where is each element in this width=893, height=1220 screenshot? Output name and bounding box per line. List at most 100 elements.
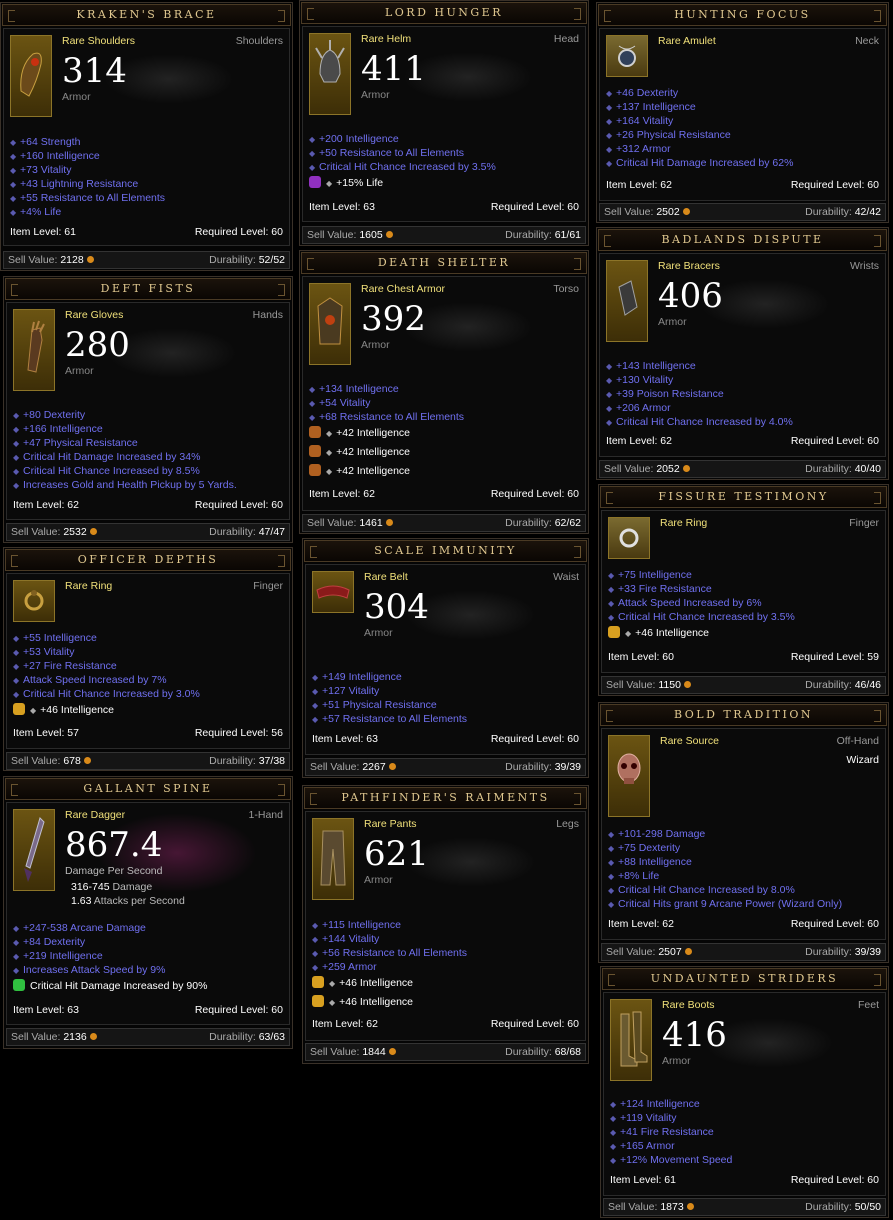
gold-coin-icon [683, 681, 691, 688]
boots-icon[interactable] [610, 999, 652, 1081]
pants-icon[interactable] [312, 818, 354, 900]
level-row: Item Level: 62 Required Level: 60 [312, 1018, 579, 1030]
topaz-gem-icon [608, 626, 620, 638]
item-card-undaunted-striders: UNDAUNTED STRIDERS Rare Boots Feet 416 A… [600, 966, 889, 1218]
armor-value: 406 [658, 276, 723, 316]
affix-list: ◆ +75 Intelligence ◆ +33 Fire Resistance ◆… [608, 568, 879, 643]
gold-coin-icon [83, 757, 91, 764]
item-card-officer-depths: OFFICER DEPTHS Rare Ring Finger ◆ +55 Int… [3, 547, 293, 771]
gold-coin-icon [86, 256, 94, 263]
item-type: Rare Ring [660, 517, 708, 529]
item-title: OFFICER DEPTHS [5, 549, 291, 571]
chest-armor-icon[interactable] [309, 283, 351, 365]
affix: ◆ Critical Hits grant 9 Arcane Power (Wiz… [608, 898, 843, 910]
ring-icon[interactable] [608, 517, 650, 559]
item-type: Rare Chest Armor [361, 283, 446, 295]
affix: ◆ +64 Strength [10, 136, 81, 148]
affix: ◆ +47 Physical Resistance [13, 437, 138, 449]
affix: ◆ +84 Dexterity [13, 936, 86, 948]
item-footer: Sell Value: 1605 Durability: 61/61 [302, 226, 586, 244]
level-row: Item Level: 62 Required Level: 60 [309, 488, 579, 500]
item-title: LORD HUNGER [301, 2, 587, 24]
item-card-scale-immunity: SCALE IMMUNITY Rare Belt Waist 304 Armor… [302, 538, 589, 778]
affix: ◆ +247-538 Arcane Damage [13, 922, 146, 934]
armor-label: Armor [361, 89, 390, 101]
socket-gem: ◆ +46 Intelligence [608, 624, 879, 643]
affix-list: ◆ +101-298 Damage ◆ +75 Dexterity ◆ +88 Int… [608, 827, 879, 911]
affix: ◆ +12% Movement Speed [610, 1154, 733, 1166]
affix: ◆ +8% Life [608, 870, 660, 882]
affix: ◆ Critical Hit Chance Increased by 3.5% [608, 611, 795, 623]
affix: ◆ +75 Dexterity [608, 842, 681, 854]
gold-coin-icon [385, 231, 393, 238]
dagger-icon[interactable] [13, 809, 55, 891]
item-footer: Sell Value: 1461 Durability: 62/62 [302, 514, 586, 532]
topaz-gem-icon [309, 426, 321, 438]
item-type: Rare Boots [662, 999, 715, 1011]
affix: ◆ +88 Intelligence [608, 856, 692, 868]
socket-gem: ◆ +46 Intelligence [13, 701, 283, 720]
affix: ◆ Critical Hit Damage Increased by 62% [606, 157, 794, 169]
item-slot: Neck [855, 35, 879, 47]
gold-coin-icon [682, 208, 690, 215]
dps-label: Damage Per Second [65, 865, 163, 877]
item-title: SCALE IMMUNITY [304, 540, 587, 562]
item-card-bold-tradition: BOLD TRADITION Rare Source Off-Hand Wiza… [598, 702, 889, 963]
affix: ◆ +166 Intelligence [13, 423, 103, 435]
level-row: Item Level: 62 Required Level: 60 [606, 179, 879, 191]
affix: ◆ +80 Dexterity [13, 409, 86, 421]
affix: ◆ +164 Vitality [606, 115, 674, 127]
item-card-deft-fists: DEFT FISTS Rare Gloves Hands 280 Armor ◆… [3, 276, 293, 543]
level-row: Item Level: 62 Required Level: 60 [606, 435, 879, 447]
item-title: UNDAUNTED STRIDERS [602, 968, 887, 990]
affix: ◆ +26 Physical Resistance [606, 129, 731, 141]
item-slot: Legs [556, 818, 579, 830]
item-slot: Head [553, 33, 579, 45]
affix: ◆ Critical Hit Chance Increased by 3.5% [309, 161, 496, 173]
item-card-badlands-dispute: BADLANDS DISPUTE Rare Bracers Wrists 406… [596, 227, 889, 480]
affix: ◆ Critical Hit Chance Increased by 8.0% [608, 884, 795, 896]
affix: ◆ +149 Intelligence [312, 671, 402, 683]
affix: ◆ +41 Fire Resistance [610, 1126, 714, 1138]
gold-coin-icon [684, 948, 692, 955]
item-title: HUNTING FOCUS [598, 4, 887, 26]
affix: ◆ +46 Dexterity [606, 87, 679, 99]
armor-value: 411 [361, 49, 426, 89]
affix: ◆ +55 Intelligence [13, 632, 97, 644]
level-row: Item Level: 63 Required Level: 60 [312, 733, 579, 745]
affix: ◆ Attack Speed Increased by 7% [13, 674, 167, 686]
level-row: Item Level: 61 Required Level: 60 [10, 226, 283, 238]
item-card-death-shelter: DEATH SHELTER Rare Chest Armor Torso 392… [299, 250, 589, 534]
item-type: Rare Belt [364, 571, 408, 583]
armor-label: Armor [658, 316, 687, 328]
level-row: Item Level: 63 Required Level: 60 [309, 201, 579, 213]
helm-icon[interactable] [309, 33, 351, 115]
item-title: DEFT FISTS [5, 278, 291, 300]
affix-list: ◆ +200 Intelligence ◆ +50 Resistance to Al… [309, 132, 579, 193]
affix-list: ◆ +64 Strength ◆ +160 Intelligence ◆ +73 Vi… [10, 135, 283, 219]
affix-list: ◆ +149 Intelligence ◆ +127 Vitality ◆ +51 P… [312, 670, 579, 726]
gloves-icon[interactable] [13, 309, 55, 391]
affix: ◆ Critical Hit Chance Increased by 8.5% [13, 465, 200, 477]
item-footer: Sell Value: 1844 Durability: 68/68 [305, 1043, 586, 1061]
item-slot: Off-Hand [836, 735, 879, 747]
bracers-icon[interactable] [606, 260, 648, 342]
ring-icon[interactable] [13, 580, 55, 622]
armor-label: Armor [65, 365, 94, 377]
amulet-icon[interactable] [606, 35, 648, 77]
affix-list: ◆ +124 Intelligence ◆ +119 Vitality ◆ +41 F… [610, 1097, 879, 1167]
gold-coin-icon [388, 1048, 396, 1055]
item-title: FISSURE TESTIMONY [600, 486, 887, 508]
skull-source-icon[interactable] [608, 735, 650, 817]
belt-icon[interactable] [312, 571, 354, 613]
gold-coin-icon [388, 763, 396, 770]
socket-gem: ◆ +42 Intelligence [309, 462, 579, 481]
affix: ◆ +57 Resistance to All Elements [312, 713, 468, 725]
shoulders-icon[interactable] [10, 35, 52, 117]
item-title: PATHFINDER'S RAIMENTS [304, 787, 587, 809]
item-footer: Sell Value: 2532 Durability: 47/47 [6, 523, 290, 541]
topaz-gem-icon [309, 464, 321, 476]
item-card-gallant-spine: GALLANT SPINE Rare Dagger 1-Hand 867.4 D… [3, 776, 293, 1049]
topaz-gem-icon [309, 445, 321, 457]
item-footer: Sell Value: 1873 Durability: 50/50 [603, 1198, 886, 1216]
